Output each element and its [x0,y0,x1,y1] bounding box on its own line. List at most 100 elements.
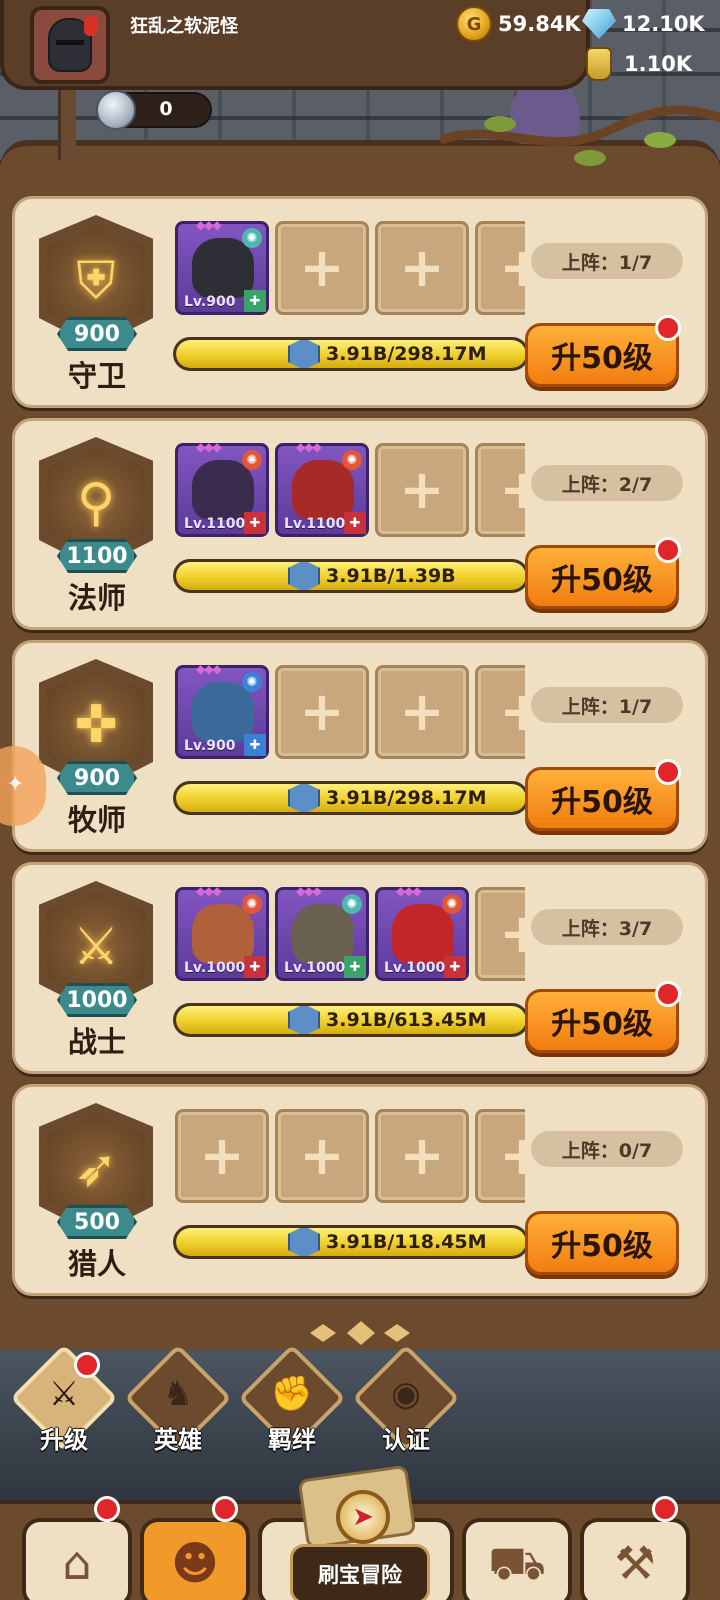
hero-slot[interactable]: ◆◆◆ ✺ ✚ Lv.1000 [375,887,469,981]
role-icon: ✚ [444,956,466,978]
nav-bag-button[interactable]: ⛟ [462,1518,572,1600]
vine-decoration [440,105,720,166]
role-icon: ✚ [244,956,266,978]
class-level-badge: 500 [57,1205,137,1239]
hero-slot[interactable]: ◆◆◆ ✺ ✚ Lv.1000 [175,887,269,981]
hero-level: Lv.1000 [284,960,346,976]
empty-slot-add-button[interactable] [475,665,525,759]
empty-slot-add-button[interactable] [375,1109,469,1203]
potion-counter[interactable]: 1.10K [586,46,692,82]
empty-slot-add-button[interactable] [475,887,525,981]
adventure-label: 刷宝冒险 [290,1544,430,1600]
deploy-count: 上阵：3/7 [531,909,683,945]
notification-dot [94,1496,120,1522]
element-icon: ✺ [342,894,362,914]
shop-icon: ⌂ [62,1536,92,1590]
hero-slot[interactable]: ◆◆◆ ✺ ✚ Lv.1100 [275,443,369,537]
shield-icon: ⛨ [76,251,116,311]
hero-level: Lv.900 [184,294,236,310]
gold-counter[interactable]: G 59.84K [456,6,581,42]
empty-slot-add-button[interactable] [375,443,469,537]
section-divider [300,1318,420,1348]
notification-dot [655,537,681,563]
class-card: ⚔ 1000 战士 ◆◆◆ ✺ ✚ Lv.1000 ◆◆◆ ✺ ✚ Lv.1000 … [12,862,708,1074]
menu-label: 英雄 [154,1426,202,1454]
star-rating-icon: ◆◆◆ [296,443,322,454]
empty-slot-add-button[interactable] [275,221,369,315]
notification-dot [655,315,681,341]
hero-slots: ◆◆◆ ✺ ✚ Lv.900 [175,665,525,763]
potion-icon [586,47,612,81]
hero-icon: ♞ [162,1374,194,1414]
star-rating-icon: ◆◆◆ [196,443,222,454]
hero-portrait [192,682,254,742]
empty-slot-add-button[interactable] [475,1109,525,1203]
player-name: 狂乱之软泥怪 [130,16,238,37]
nav-shop-button[interactable]: ⌂ [22,1518,132,1600]
diamond-icon [582,9,616,39]
empty-slot-add-button[interactable] [275,665,369,759]
hero-slot[interactable]: ◆◆◆ ✺ ✚ Lv.1000 [275,887,369,981]
upgrade-progress-bar: 3.91B/298.17M [173,337,529,371]
hero-slots: ◆◆◆ ✺ ✚ Lv.1000 ◆◆◆ ✺ ✚ Lv.1000 ◆◆◆ ✺ ✚ … [175,887,525,985]
class-name: 战士 [67,1025,126,1059]
menu-bond[interactable]: ✊ 羁绊 [238,1344,346,1468]
diamond-value: 12.10K [622,12,705,36]
nav-forge-button[interactable]: ⚒ [580,1518,690,1600]
hero-portrait [392,904,454,964]
hero-slots: ◆◆◆ ✺ ✚ Lv.1100 ◆◆◆ ✺ ✚ Lv.1100 [175,443,525,541]
potion-value: 1.10K [624,52,693,76]
deploy-count: 上阵：1/7 [531,243,683,279]
menu-label: 认证 [382,1426,430,1454]
empty-slot-add-button[interactable] [275,1109,369,1203]
level-up-button[interactable]: 升50级 [525,1211,679,1275]
empty-slot-add-button[interactable] [175,1109,269,1203]
hero-level: Lv.1000 [184,960,246,976]
hero-slots [175,1109,525,1207]
notification-dot [655,981,681,1007]
empty-slot-add-button[interactable] [475,443,525,537]
menu-label: 羁绊 [268,1426,316,1454]
hero-slot[interactable]: ◆◆◆ ✺ ✚ Lv.900 [175,221,269,315]
element-icon: ✺ [442,894,462,914]
empty-slot-add-button[interactable] [475,221,525,315]
hero-portrait [292,460,354,520]
hero-slot[interactable]: ◆◆◆ ✺ ✚ Lv.900 [175,665,269,759]
progress-text: 3.91B/298.17M [326,343,487,365]
empty-slot-add-button[interactable] [375,665,469,759]
class-name: 牧师 [67,803,126,837]
class-card: ⛨ 900 守卫 ◆◆◆ ✺ ✚ Lv.900 上阵：1/7 3.91B/298.1… [12,196,708,408]
class-name: 守卫 [67,359,126,393]
certify-icon: ◉ [391,1374,421,1414]
divider-diamond [384,1324,410,1342]
bond-icon: ✊ [270,1374,314,1414]
menu-certify[interactable]: ◉ 认证 [352,1344,460,1468]
hero-portrait [192,460,254,520]
progress-text: 3.91B/298.17M [326,787,487,809]
deploy-count: 上阵：0/7 [531,1131,683,1167]
silver-counter[interactable]: 0 [96,90,212,130]
empty-slot-add-button[interactable] [375,221,469,315]
hero-slot[interactable]: ◆◆◆ ✺ ✚ Lv.1100 [175,443,269,537]
star-rating-icon: ◆◆◆ [196,221,222,232]
hero-slots: ◆◆◆ ✺ ✚ Lv.900 [175,221,525,319]
hero-portrait-icon: ☻ [171,1536,219,1590]
progress-text: 3.91B/613.45M [326,1009,487,1031]
player-avatar[interactable] [30,6,110,84]
role-icon: ✚ [244,512,266,534]
upgrade-progress-bar: 3.91B/298.17M [173,781,529,815]
class-level-badge: 1100 [57,539,137,573]
gold-coin-icon: G [456,6,492,42]
hero-level: Lv.900 [184,738,236,754]
star-rating-icon: ◆◆◆ [296,887,322,898]
menu-upgrade[interactable]: ⚔ 升级 [10,1344,118,1468]
menu-hero[interactable]: ♞ 英雄 [124,1344,232,1468]
sword-icon: ⚔ [72,917,120,977]
gold-value: 59.84K [498,12,581,36]
progress-text: 3.91B/118.45M [326,1231,487,1253]
role-icon: ✚ [344,512,366,534]
nav-hero-button[interactable]: ☻ [140,1518,250,1600]
diamond-counter[interactable]: 12.10K [582,6,705,42]
deploy-count: 上阵：2/7 [531,465,683,501]
backpack-icon: ⛟ [488,1536,546,1590]
